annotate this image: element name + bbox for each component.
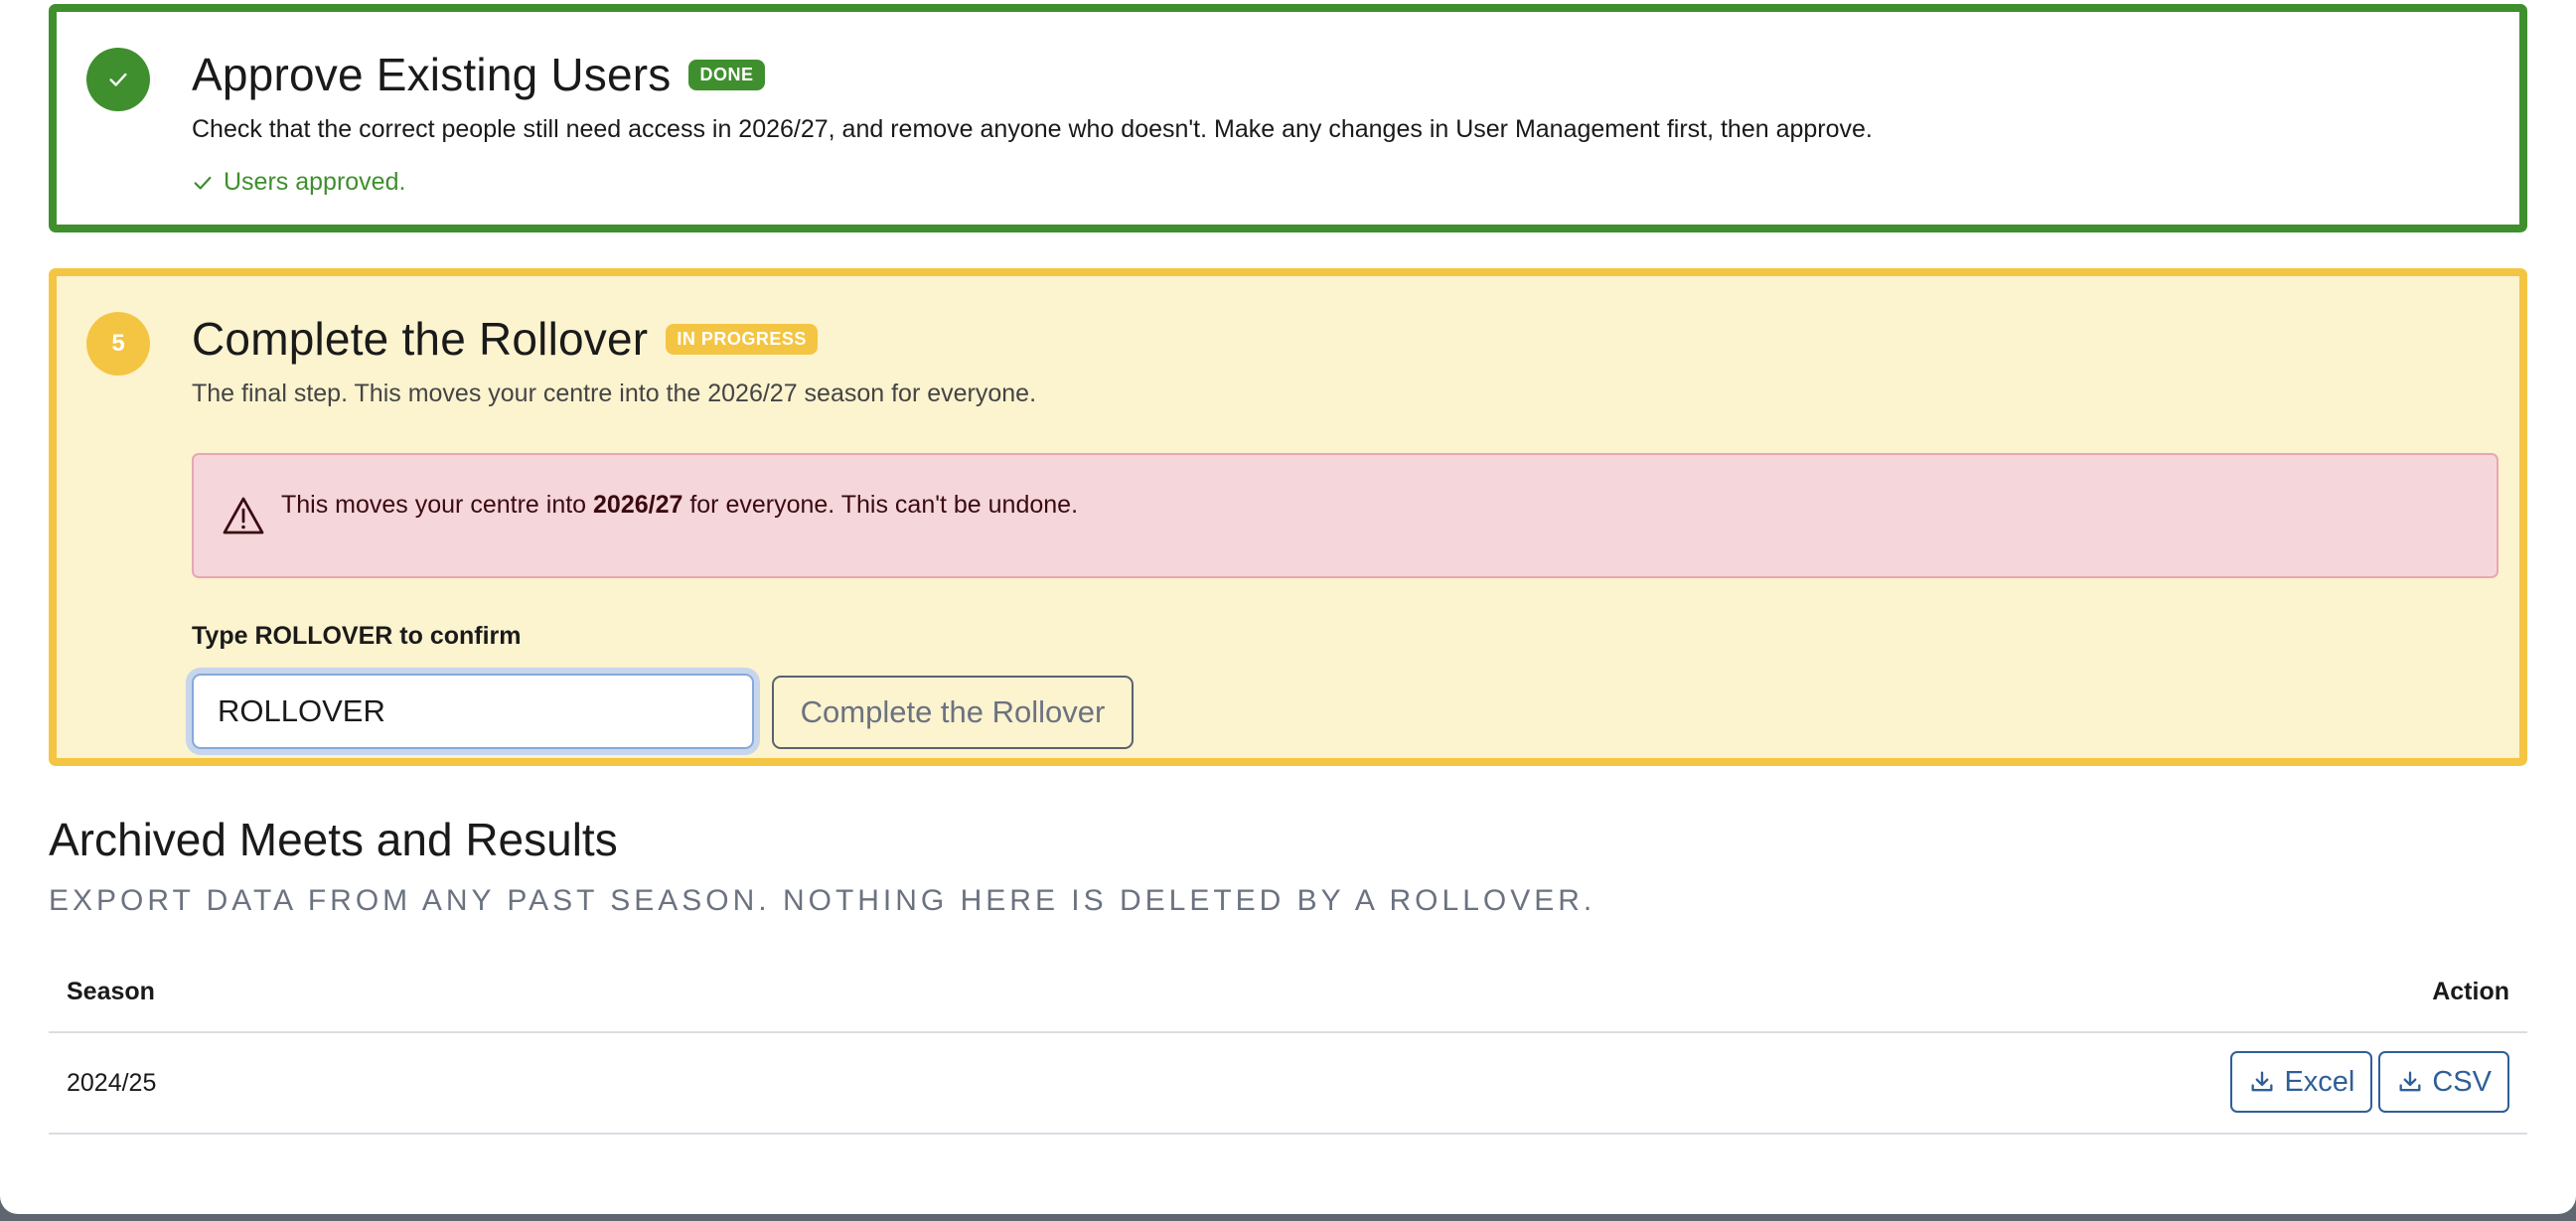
export-excel-label: Excel	[2284, 1065, 2355, 1098]
step-complete-rollover: 5 Complete the Rollover IN PROGRESS The …	[49, 268, 2527, 766]
archived-seasons-table: Season Action 2024/25 Excel CSV	[49, 960, 2527, 1135]
step-approve-body: Approve Existing Users DONE Check that t…	[192, 46, 2480, 197]
warning-season: 2026/27	[593, 491, 683, 519]
app-window: Approve Existing Users DONE Check that t…	[0, 0, 2576, 1214]
column-header-season: Season	[67, 978, 155, 1005]
warning-text-start: This moves your centre into	[281, 491, 594, 519]
season-cell: 2024/25	[67, 1069, 157, 1097]
step-approve-title: Approve Existing Users	[192, 49, 672, 100]
table-row: 2024/25 Excel CSV	[49, 1033, 2527, 1135]
confirm-label: Type ROLLOVER to confirm	[192, 622, 522, 650]
warning-triangle-icon	[223, 497, 264, 534]
step-approve-users: Approve Existing Users DONE Check that t…	[49, 4, 2527, 232]
download-icon	[2251, 1071, 2273, 1092]
complete-rollover-button[interactable]: Complete the Rollover	[772, 676, 1134, 749]
export-excel-button[interactable]: Excel	[2230, 1051, 2373, 1113]
column-header-action: Action	[2432, 978, 2509, 1005]
step-rollover-body: Complete the Rollover IN PROGRESS The fi…	[192, 310, 2499, 749]
check-icon	[109, 73, 127, 86]
status-badge-in-progress: IN PROGRESS	[666, 323, 818, 355]
step-approve-title-row: Approve Existing Users DONE	[192, 46, 2480, 103]
status-badge-done: DONE	[688, 59, 765, 90]
users-approved-text: Users approved.	[224, 168, 406, 196]
archived-section-title: Archived Meets and Results	[49, 814, 618, 865]
download-icon	[2399, 1071, 2421, 1092]
step-rollover-description: The final step. This moves your centre i…	[192, 380, 1037, 407]
check-icon	[194, 176, 212, 190]
step-approve-description: Check that the correct people still need…	[192, 115, 1873, 143]
rollover-warning-alert: This moves your centre into 2026/27 for …	[192, 453, 2499, 578]
row-actions: Excel CSV	[2230, 1051, 2509, 1113]
step-rollover-title: Complete the Rollover	[192, 313, 649, 365]
step-done-indicator	[86, 48, 150, 111]
rollover-confirm-input[interactable]	[192, 674, 754, 749]
table-header: Season Action	[49, 960, 2527, 1033]
export-csv-button[interactable]: CSV	[2378, 1051, 2509, 1113]
step-rollover-title-row: Complete the Rollover IN PROGRESS	[192, 310, 2480, 368]
users-approved-status: Users approved.	[192, 168, 2480, 197]
archived-section-subtitle: EXPORT DATA FROM ANY PAST SEASON. NOTHIN…	[49, 884, 1596, 917]
export-csv-label: CSV	[2432, 1065, 2492, 1098]
warning-text-end: for everyone. This can't be undone.	[682, 491, 1079, 519]
step-number-badge: 5	[86, 312, 150, 376]
rollover-warning-text: This moves your centre into 2026/27 for …	[281, 491, 1078, 520]
